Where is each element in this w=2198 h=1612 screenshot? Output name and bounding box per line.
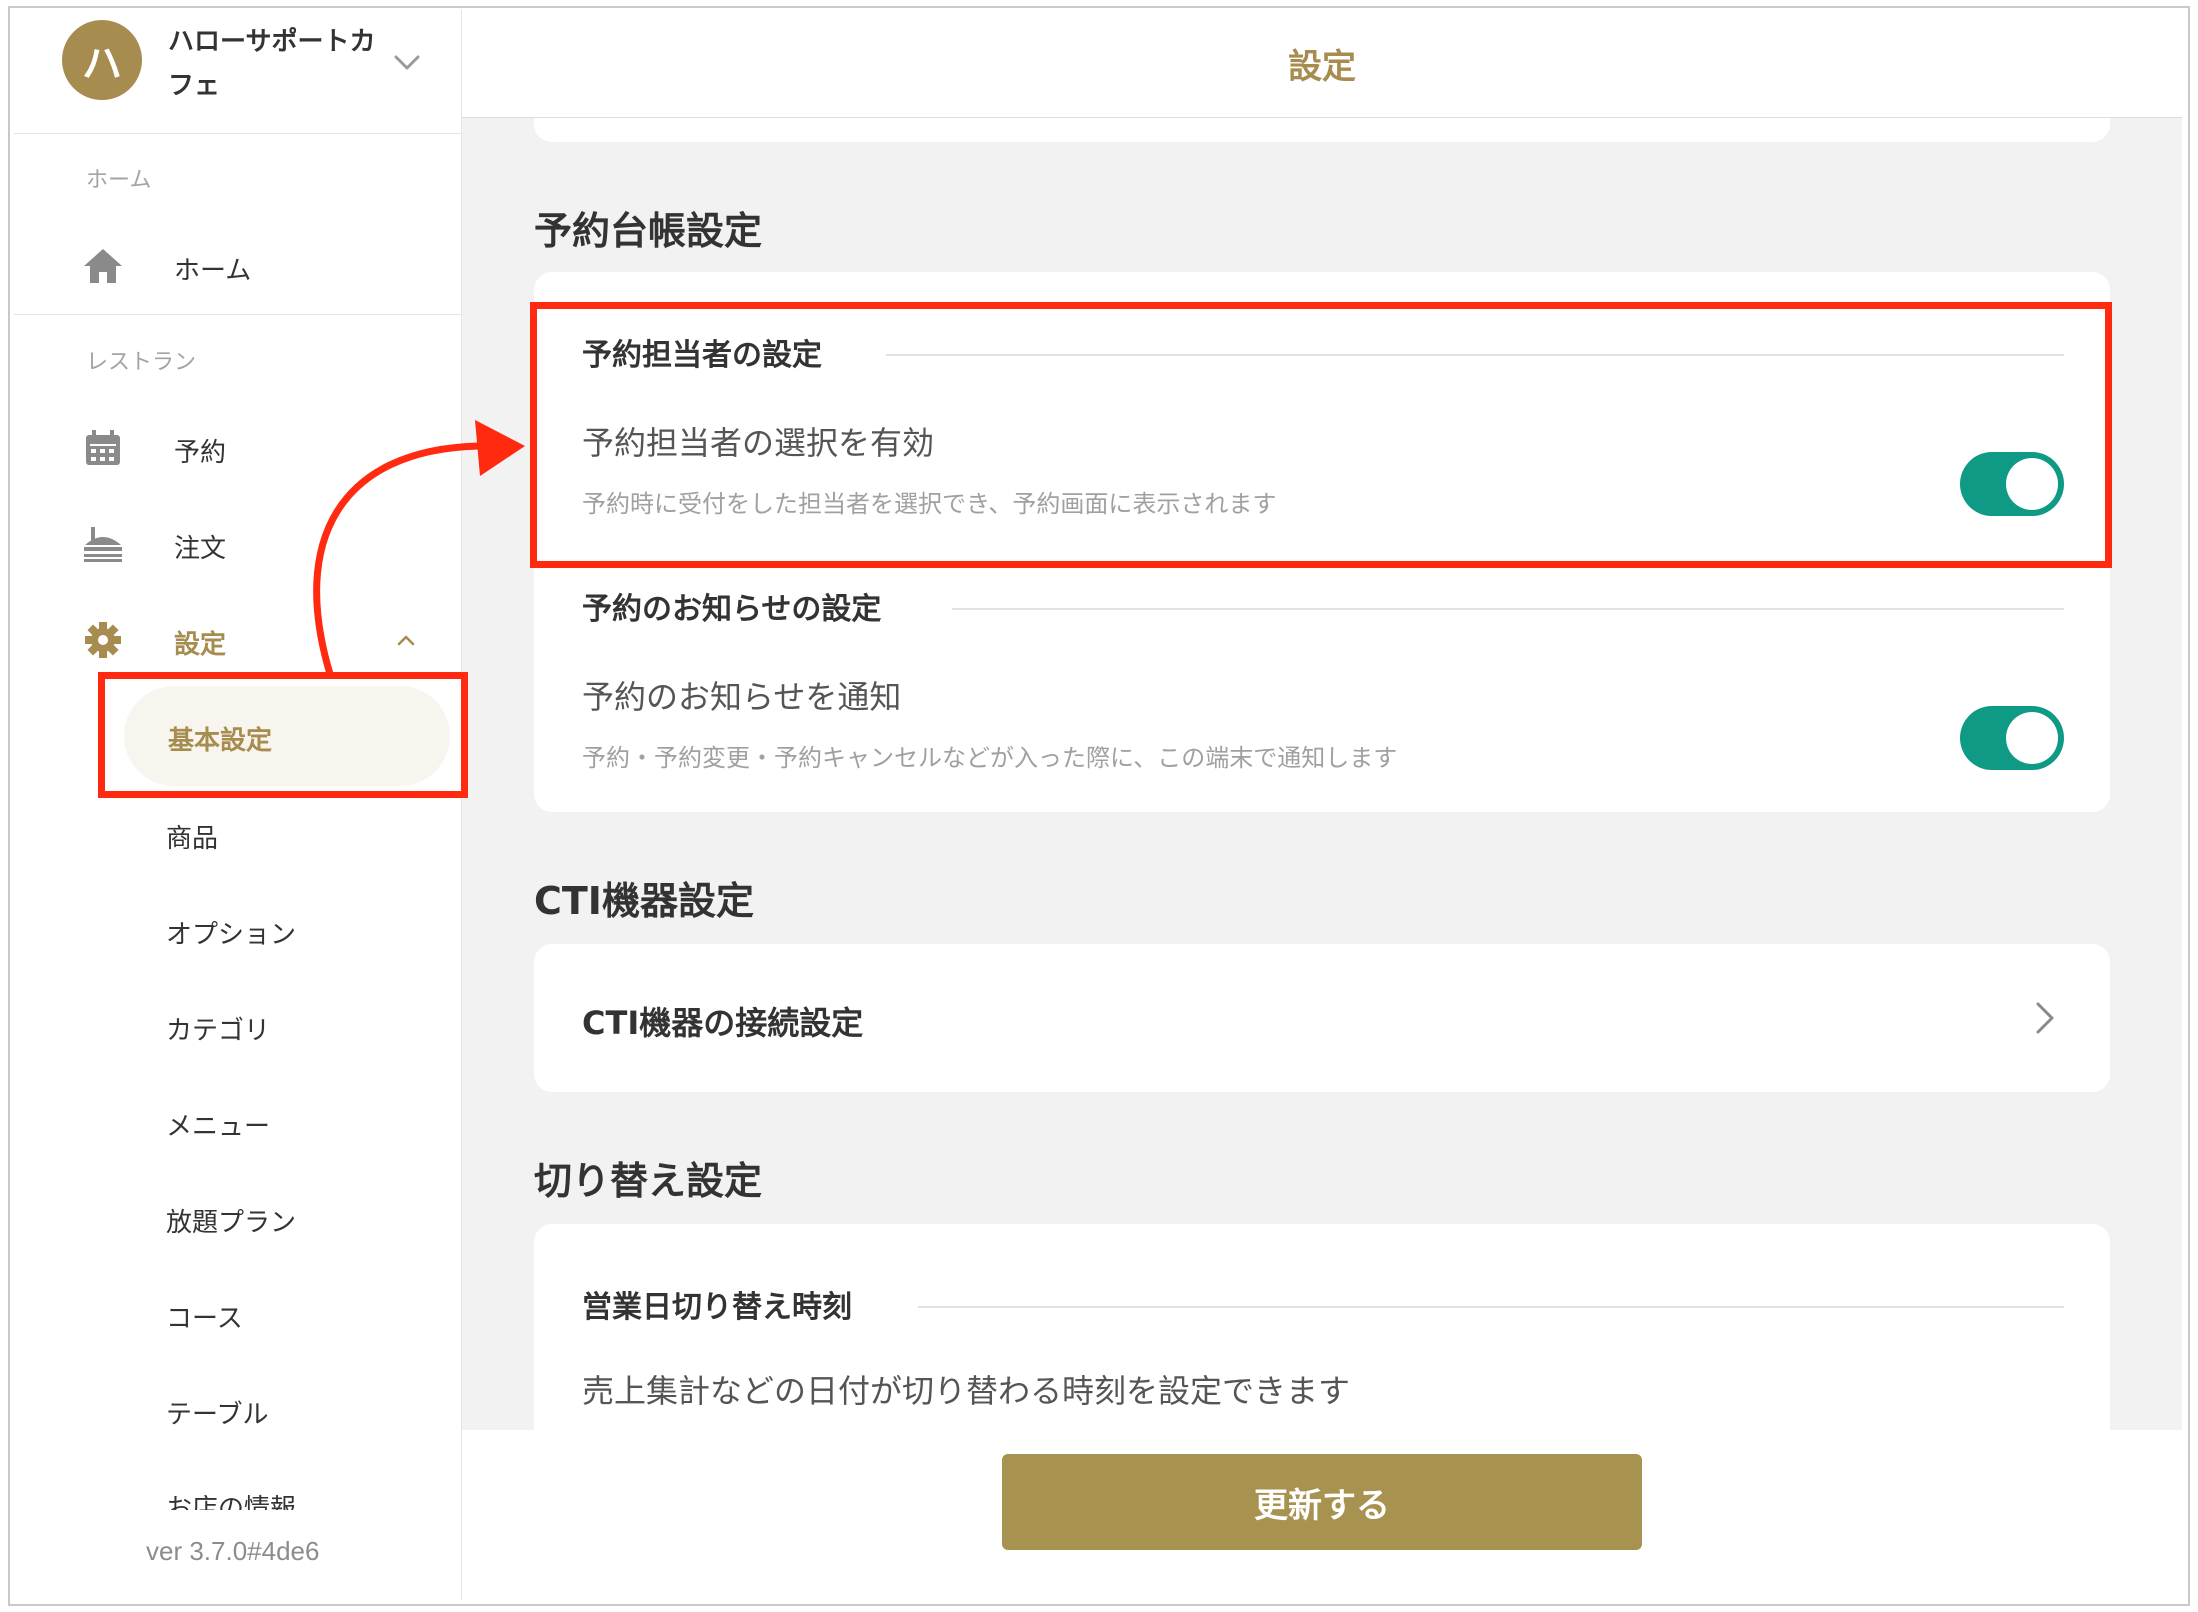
home-icon — [84, 249, 122, 283]
section-label-home: ホーム — [86, 168, 152, 193]
sidebar-subitem-shop-info[interactable]: お店の情報 — [166, 1488, 296, 1510]
sidebar-item-label: 予約 — [174, 438, 227, 468]
section-title-cti: CTI機器設定 — [534, 879, 754, 923]
notice-setting-description: 予約・予約変更・予約キャンセルなどが入った際に、この端末で通知します — [582, 744, 1398, 772]
main-content: 設定 予約台帳設定 予約担当者の設定 予約担当者の選択を有効 予約時に受付をした… — [462, 10, 2182, 1600]
chevron-right-icon — [2036, 1002, 2054, 1034]
section-label-restaurant: レストラン — [86, 350, 197, 375]
sidebar-subitem-options[interactable]: オプション — [166, 914, 296, 951]
page-header: 設定 — [462, 10, 2182, 118]
sidebar-item-label: ホーム — [174, 256, 252, 286]
order-tray-icon — [84, 527, 122, 562]
sidebar: ハ ハローサポートカフェ ホーム ホーム レストラン 予約 注文 設定 基本設定… — [14, 10, 462, 1600]
business-day-description: 売上集計などの日付が切り替わる時刻を設定できます — [582, 1372, 1351, 1410]
business-day-heading: 営業日切り替え時刻 — [582, 1290, 852, 1325]
previous-card-edge — [534, 118, 2110, 142]
annotation-arrow — [313, 420, 525, 678]
sidebar-subitem-category[interactable]: カテゴリ — [166, 1010, 270, 1047]
sidebar-subitem-course[interactable]: コース — [166, 1298, 243, 1335]
shop-name: ハローサポートカフェ — [168, 27, 376, 101]
sidebar-item-label: 設定 — [174, 630, 227, 660]
switch-settings-card: 営業日切り替え時刻 売上集計などの日付が切り替わる時刻を設定できます — [534, 1224, 2110, 1454]
page-title: 設定 — [1288, 47, 1356, 87]
section-title-switch: 切り替え設定 — [534, 1159, 763, 1203]
heading-rule — [952, 608, 2064, 610]
sidebar-subitem-table[interactable]: テーブル — [166, 1394, 268, 1431]
notice-setting-title: 予約のお知らせを通知 — [582, 678, 902, 716]
annotation-highlight-staff-setting — [530, 302, 2112, 568]
cti-connection-label: CTI機器の接続設定 — [582, 1004, 864, 1042]
sidebar-subitem-products[interactable]: 商品 — [166, 818, 218, 855]
sidebar-subitem-plan[interactable]: 放題プラン — [166, 1202, 296, 1239]
update-button[interactable]: 更新する — [1002, 1454, 1642, 1550]
sidebar-divider — [14, 314, 462, 315]
sidebar-subitem-menu[interactable]: メニュー — [166, 1106, 270, 1143]
sidebar-item-label: 注文 — [174, 534, 227, 564]
toggle-knob — [2006, 712, 2058, 764]
section-title-ledger: 予約台帳設定 — [534, 209, 763, 253]
sidebar-item-home[interactable]: ホーム — [14, 230, 462, 300]
sidebar-subitem-clip: お店の情報 — [166, 1486, 366, 1510]
shop-avatar: ハ — [62, 20, 142, 100]
notice-toggle[interactable] — [1960, 706, 2064, 770]
notice-setting-heading: 予約のお知らせの設定 — [582, 592, 882, 627]
chevron-down-icon[interactable] — [392, 48, 422, 78]
calendar-icon — [86, 430, 120, 465]
bottom-action-bar: 更新する — [462, 1430, 2182, 1600]
shop-switcher[interactable]: ハ ハローサポートカフェ — [14, 10, 462, 134]
app-version: ver 3.7.0#4de6 — [146, 1536, 320, 1566]
heading-rule — [918, 1306, 2064, 1308]
cti-connection-row[interactable]: CTI機器の接続設定 — [534, 944, 2110, 1092]
gear-icon — [85, 622, 121, 658]
